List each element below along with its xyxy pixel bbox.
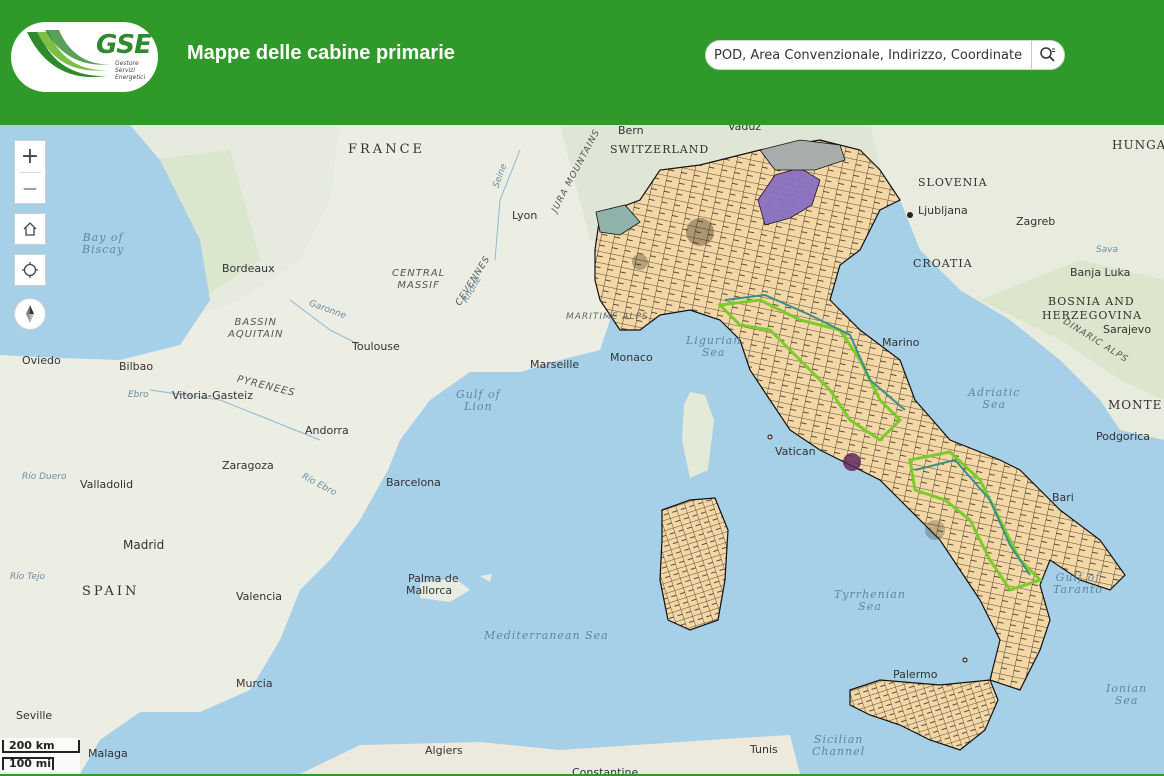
label-hungary: HUNGA [1112, 138, 1164, 152]
city-zaragoza: Zaragoza [222, 459, 274, 472]
home-button[interactable] [14, 213, 46, 245]
city-oviedo: Oviedo [22, 354, 61, 367]
city-seville: Seville [16, 709, 53, 722]
logo-wordmark: GSE [96, 30, 152, 60]
label-spain: SPAIN [82, 584, 140, 599]
label-croatia: CROATIA [913, 257, 973, 270]
search-box[interactable] [705, 40, 1065, 70]
city-bordeaux: Bordeaux [222, 262, 275, 275]
compass-button[interactable] [14, 298, 46, 330]
scale-metric: 200 km [2, 740, 80, 753]
city-valladolid: Valladolid [80, 478, 134, 491]
city-zagreb: Zagreb [1016, 215, 1056, 228]
label-switzerland: SWITZERLAND [610, 143, 710, 156]
city-mallorca: Mallorca [406, 584, 453, 597]
city-bilbao: Bilbao [119, 360, 154, 373]
city-bari: Bari [1052, 491, 1074, 504]
page-title: Mappe delle cabine primarie [187, 42, 455, 64]
phys-bassin-aquitain: BASSIN AQUITAIN [228, 317, 284, 340]
city-banja-luka: Banja Luka [1070, 266, 1131, 279]
city-toulouse: Toulouse [352, 340, 400, 353]
river-duero: Río Duero [22, 472, 67, 482]
phys-central-massif: CENTRAL MASSIF [392, 268, 446, 291]
app-header: GSE Gestore Servizi Energetici Mappe del… [0, 0, 1164, 125]
sea-bay-of-biscay: Bay of Biscay [82, 231, 125, 256]
city-lyon: Lyon [512, 209, 538, 222]
search-icon [1040, 47, 1055, 62]
city-palermo: Palermo [893, 668, 938, 681]
city-madrid: Madrid [123, 538, 165, 552]
sea-ligurian: Ligurian Sea [686, 334, 742, 359]
label-herzegovina: HERZEGOVINA [1042, 309, 1143, 322]
zoom-controls: + — [14, 140, 46, 204]
zoom-in-button[interactable]: + [15, 141, 45, 172]
basemap [0, 125, 1164, 774]
label-france: FRANCE [348, 142, 426, 157]
city-andorra: Andorra [305, 424, 349, 437]
label-bosnia: BOSNIA AND [1048, 295, 1135, 308]
city-constantine: Constantine [572, 766, 639, 774]
sea-gulf-of-taranto: Gulf of Taranto [1053, 571, 1103, 596]
home-icon [23, 222, 37, 236]
sea-mediterranean: Mediterranean Sea [484, 629, 609, 642]
city-vaduz: Vaduz [728, 125, 762, 133]
city-marseille: Marseille [530, 358, 580, 371]
city-malaga: Malaga [88, 747, 128, 760]
compass-icon [26, 305, 34, 323]
city-barcelona: Barcelona [386, 476, 441, 489]
phys-maritime-alps: MARITIME ALPS [566, 312, 649, 322]
river-ebro: Ebro [128, 390, 149, 400]
locate-icon [22, 262, 38, 278]
city-murcia: Murcia [236, 677, 273, 690]
scale-imperial: 100 mi [2, 757, 54, 770]
city-ljubljana: Ljubljana [918, 204, 968, 217]
gse-logo[interactable]: GSE Gestore Servizi Energetici [11, 22, 158, 92]
city-bern: Bern [618, 125, 644, 137]
city-tunis: Tunis [750, 743, 778, 756]
river-sava: Sava [1096, 245, 1119, 255]
sea-sicilian-channel: Sicilian Channel [812, 733, 866, 758]
label-montenegro: MONTE [1108, 398, 1163, 412]
label-slovenia: SLOVENIA [918, 176, 988, 189]
city-vatican: Vatican [775, 445, 816, 458]
sea-adriatic: Adriatic Sea [968, 386, 1021, 411]
city-podgorica: Podgorica [1096, 430, 1151, 443]
city-valencia: Valencia [236, 590, 283, 603]
sea-tyrrhenian: Tyrrhenian Sea [834, 588, 906, 613]
city-algiers: Algiers [425, 744, 463, 757]
logo-subtitle: Gestore Servizi Energetici [115, 60, 146, 81]
search-input[interactable] [714, 45, 1032, 65]
sea-ionian: Ionian Sea [1106, 682, 1148, 707]
search-button[interactable] [1031, 41, 1064, 69]
map-view[interactable]: FRANCE SWITZERLAND SLOVENIA CROATIA BOSN… [0, 125, 1164, 774]
zoom-out-button[interactable]: — [15, 173, 45, 204]
city-monaco: Monaco [610, 351, 653, 364]
sea-gulf-of-lion: Gulf of Lion [456, 388, 501, 413]
locate-button[interactable] [14, 254, 46, 286]
city-sarajevo: Sarajevo [1103, 323, 1152, 336]
river-tejo: Río Tejo [10, 572, 46, 582]
city-marino: Marino [882, 336, 920, 349]
city-vitoria: Vitoria-Gasteiz [172, 389, 253, 402]
